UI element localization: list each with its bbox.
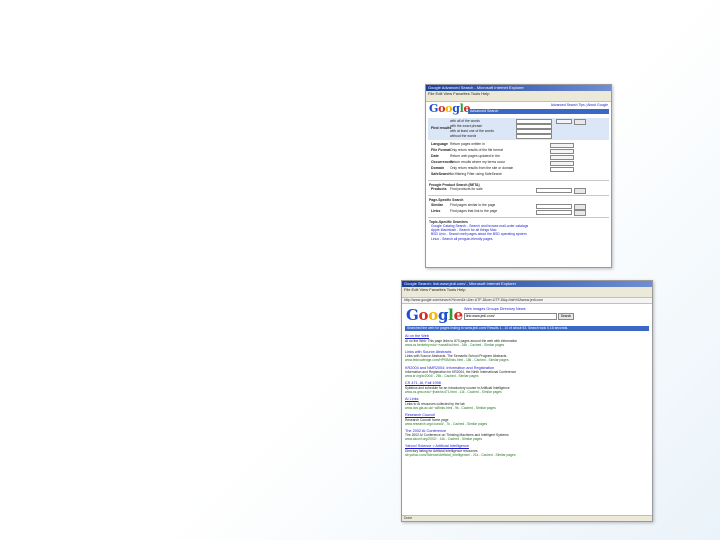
results-header: Google Web Images Groups Directory News … bbox=[402, 304, 652, 326]
domain-text: Only return results from the site or dom… bbox=[450, 166, 514, 170]
date-label: Date bbox=[431, 154, 439, 158]
without-words-input[interactable] bbox=[516, 134, 552, 139]
products-text: Find products for sale bbox=[450, 187, 483, 192]
status-bar: Done bbox=[402, 515, 652, 521]
search-result: CS 471, AI, Fall 1998 Syllabus and sched… bbox=[405, 381, 649, 394]
file-format-text: Only return results of the file format bbox=[450, 148, 503, 152]
domain-label: Domain bbox=[431, 166, 445, 170]
search-result: Links with Source Abstracts Links with S… bbox=[405, 350, 649, 363]
google-logo[interactable]: Google bbox=[429, 103, 470, 115]
result-url[interactable]: www.dcs.gla.ac.uk/~ai/links.html - 9k - … bbox=[405, 406, 649, 410]
search-result: Research Council Research Council home p… bbox=[405, 413, 649, 426]
google-logo[interactable]: Google bbox=[406, 307, 463, 323]
search-result: KR2004 and NMR2004: Information and Regi… bbox=[405, 366, 649, 379]
google-search-button[interactable] bbox=[574, 119, 586, 125]
similar-text: Find pages similar to the page bbox=[450, 202, 496, 207]
options-section: Language Return pages written in File Fo… bbox=[428, 142, 609, 178]
header-bar: Advanced Search bbox=[468, 109, 609, 114]
search-tabs[interactable]: Web Images Groups Directory News bbox=[464, 307, 526, 311]
products-label: Products bbox=[431, 187, 447, 192]
links-search-button[interactable] bbox=[574, 209, 586, 216]
search-button[interactable]: Search bbox=[558, 313, 574, 320]
divider bbox=[428, 180, 609, 181]
result-url[interactable]: www.teknowledge.com/HPKB/links.html - 18… bbox=[405, 358, 649, 362]
similar-label: Similar bbox=[431, 202, 443, 207]
file-format-label: File Format bbox=[431, 148, 451, 152]
date-text: Return web pages updated in the bbox=[450, 154, 500, 158]
language-label: Language bbox=[431, 142, 448, 146]
topic-link[interactable]: Linux - Search all penguin-friendly page… bbox=[426, 237, 611, 241]
result-url[interactable]: www.cs.berkeley.edu/~russell/ai.html - 3… bbox=[405, 343, 649, 347]
occurrences-text: Return results where my terms occur bbox=[450, 160, 506, 164]
results-screenshot: Google Search: link:www.jedi.com/ - Micr… bbox=[401, 280, 653, 522]
advanced-search-header: Google Advanced Search Tips | About Goog… bbox=[426, 102, 611, 116]
search-result: AI Links Links to AI resources collected… bbox=[405, 397, 649, 410]
links-text: Find pages that link to the page bbox=[450, 208, 498, 213]
result-url[interactable]: dir.yahoo.com/Science/Artificial_Intelli… bbox=[405, 453, 649, 457]
divider bbox=[428, 195, 609, 197]
links-label: Links bbox=[431, 208, 441, 213]
result-url[interactable]: www.aiconf.org/2002/ - 14k - Cached - Si… bbox=[405, 437, 649, 441]
result-url[interactable]: www.kr.org/kr2004/ - 26k - Cached - Simi… bbox=[405, 374, 649, 378]
safesearch-row: SafeSearch No filtering Filter using Saf… bbox=[428, 172, 609, 178]
divider bbox=[428, 216, 609, 218]
safesearch-label: SafeSearch bbox=[431, 172, 451, 176]
find-results-section: Find results with all of the words with … bbox=[428, 118, 609, 140]
froogle-row: Products Find products for sale bbox=[428, 187, 609, 195]
links-input[interactable] bbox=[536, 209, 572, 215]
advanced-search-screenshot: Google Advanced Search - Microsoft Inter… bbox=[425, 84, 612, 268]
safesearch-text[interactable]: No filtering Filter using SafeSearch bbox=[450, 172, 502, 176]
search-result: The 2002 AI Conference The 2002 AI Confe… bbox=[405, 429, 649, 442]
result-url[interactable]: www.cs.gmu.edu/~jhale/cs471.html - 11k -… bbox=[405, 390, 649, 394]
search-query-input[interactable]: link:www.jedi.com/ bbox=[464, 313, 557, 320]
header-links[interactable]: Advanced Search Tips | About Google bbox=[551, 103, 608, 107]
search-result: Yahoo! Science > Artificial Intelligence… bbox=[405, 444, 649, 457]
froogle-input[interactable] bbox=[536, 188, 572, 194]
find-option-4: without the words bbox=[450, 134, 477, 138]
result-stats-bar: Searched the web for pages linking to ww… bbox=[405, 326, 649, 331]
language-text: Return pages written in bbox=[450, 142, 485, 146]
froogle-search-button[interactable] bbox=[574, 188, 586, 195]
links-row: Links Find pages that link to the page bbox=[428, 208, 609, 216]
result-url[interactable]: www.research.org/council/ - 7k - Cached … bbox=[405, 422, 649, 426]
search-result: AI on the Web AI on the Web: This page l… bbox=[405, 334, 649, 347]
results-count-select[interactable] bbox=[556, 119, 572, 124]
find-results-label: Find results bbox=[431, 126, 452, 130]
